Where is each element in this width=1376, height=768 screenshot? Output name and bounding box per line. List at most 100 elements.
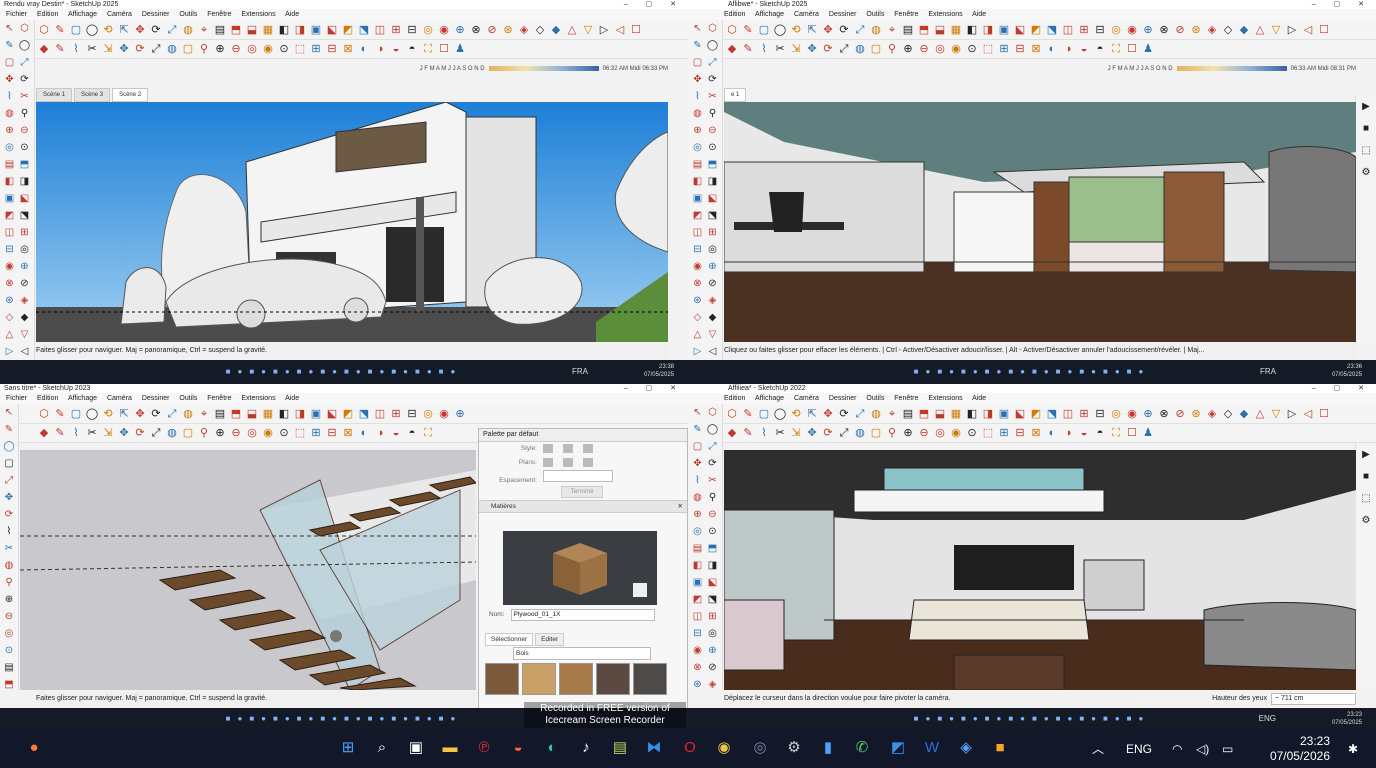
terminal-icon[interactable]: ▮ bbox=[818, 738, 838, 758]
menu-affichage[interactable]: Affichage bbox=[755, 11, 784, 18]
notification-icon[interactable]: ✱ bbox=[1348, 730, 1358, 768]
whatsapp-icon[interactable]: ✆ bbox=[852, 738, 872, 758]
menu-dessiner[interactable]: Dessiner bbox=[142, 11, 170, 18]
library-dropdown[interactable]: Bois bbox=[513, 647, 651, 660]
language-indicator[interactable]: FRA bbox=[572, 360, 588, 384]
notepad-icon[interactable]: ▤ bbox=[610, 738, 630, 758]
taskbar-icons[interactable]: ■●■●■●■●■●■●■●■●■●■● bbox=[914, 367, 1151, 376]
material-library-select[interactable]: Bois bbox=[485, 647, 673, 660]
menu-dessiner[interactable]: Dessiner bbox=[829, 395, 857, 402]
gear-icon[interactable]: ⚙ bbox=[784, 738, 804, 758]
menu-fenetre[interactable]: Fenêtre bbox=[894, 11, 918, 18]
scene-tab-3[interactable]: Scène 3 bbox=[74, 88, 111, 102]
3d-viewport-interior[interactable] bbox=[724, 102, 1356, 342]
plan-option-icon[interactable] bbox=[543, 457, 553, 467]
right-tray[interactable]: ▶ ■ ⬚ ⚙ bbox=[1355, 444, 1376, 690]
avatar[interactable]: ● bbox=[24, 738, 44, 758]
3d-viewport-stairs[interactable] bbox=[20, 450, 476, 690]
large-tool-set[interactable]: ↖ ⬡✎ ◯▢ ⤢✥ ⟳⌇ ✂◍ ⚲⊕ ⊖◎ ⊙▤ ⬒◧ ◨▣ ⬕◩ ⬔◫ ⊞⊟ ◎◉ ⊕⊗ ⊘⊛ ◈◇ ◆△ ▽▷ ◁ bbox=[688, 20, 723, 360]
sketchup-icon[interactable]: ◈ bbox=[956, 738, 976, 758]
tab-edit[interactable]: Editer bbox=[535, 633, 565, 646]
swatch-wood-1[interactable] bbox=[485, 663, 519, 695]
menu-outils[interactable]: Outils bbox=[866, 395, 884, 402]
language-indicator[interactable]: ENG bbox=[1259, 708, 1276, 730]
tiktok-icon[interactable]: ♪ bbox=[576, 738, 596, 758]
menu-camera[interactable]: Caméra bbox=[107, 395, 132, 402]
menu-outils[interactable]: Outils bbox=[179, 11, 197, 18]
right-tray[interactable]: ▶ ■ ⬚ ⚙ bbox=[1355, 96, 1376, 344]
tab-select[interactable]: Sélectionner bbox=[485, 633, 534, 646]
large-tool-set[interactable]: ↖ ⬡✎ ◯▢ ⤢✥ ⟳⌇ ✂◍ ⚲⊕ ⊖◎ ⊙▤ ⬒◧ ◨▣ ⬕◩ ⬔◫ ⊞⊟ ◎◉ ⊕⊗ ⊘⊛ ◈◇ ◆△ ▽▷ ◁ bbox=[0, 20, 35, 360]
menu-edition[interactable]: Edition bbox=[37, 395, 58, 402]
task-view-icon[interactable]: ▣ bbox=[406, 738, 426, 758]
volume-icon[interactable]: ◁) bbox=[1196, 730, 1209, 768]
close-icon[interactable]: ✕ bbox=[678, 501, 683, 512]
window-controls[interactable]: – ▢ ✕ bbox=[624, 384, 684, 393]
plan-option-icon[interactable] bbox=[583, 457, 593, 467]
menu-outils[interactable]: Outils bbox=[179, 395, 197, 402]
toolbar-row-1[interactable]: ⬡ ✎ ▢ ◯ ⟲ ⇱ ✥ ⟳ ⤢ ◍ ⌖ ▤ ⬒ ⬓ ▦ ◧ ◨ ▣ ⬕ ◩ ⬔ ◫ ⊞ ⊟ ◎ ◉ ⊕ bbox=[0, 405, 688, 424]
menu-camera[interactable]: Caméra bbox=[107, 11, 132, 18]
system-clock[interactable]: 23:23 07/05/2026 bbox=[1270, 730, 1330, 764]
window-controls[interactable]: – ▢ ✕ bbox=[1312, 0, 1372, 9]
plan-option-icon[interactable] bbox=[563, 457, 573, 467]
menu-edition[interactable]: Edition bbox=[724, 395, 745, 402]
toolbar-row-2[interactable]: ◆ ✎ ⌇ ✂ ⇲ ✥ ⟳ ⤢ ◍ ▢ ⚲ ⊕ ⊖ ◎ ◉ ⊙ ⬚ ⊞ ⊟ ⊠ ◐ ◑ ◒ ◓ ⛶ ☐ ♟ bbox=[688, 424, 1376, 443]
app-yellow-icon[interactable]: ■ bbox=[990, 738, 1010, 758]
style-option-icon[interactable] bbox=[563, 443, 573, 453]
style-option-icon[interactable] bbox=[543, 443, 553, 453]
photoshop-icon[interactable]: ◩ bbox=[888, 738, 908, 758]
menu-dessiner[interactable]: Dessiner bbox=[829, 11, 857, 18]
menu-fenetre[interactable]: Fenêtre bbox=[207, 11, 231, 18]
swatch-wood-5[interactable] bbox=[633, 663, 667, 695]
toolbar-row-1[interactable]: ⬡ ✎ ▢ ◯ ⟲ ⇱ ✥ ⟳ ⤢ ◍ ⌖ ▤ ⬒ ⬓ ▦ ◧ ◨ ▣ ⬕ ◩ ⬔ ◫ ⊞ ⊟ ◎ ◉ ⊕ ⊗ ⊘ ⊛ ◈ ◇ ◆ △ ▽ ▷ ◁ ☐ bbox=[0, 21, 688, 40]
menu-camera[interactable]: Caméra bbox=[794, 395, 819, 402]
shadow-settings[interactable]: J F M A M J J A S O N D 06:33 AM Midi 08:… bbox=[1108, 66, 1356, 80]
file-explorer-icon[interactable]: ▬ bbox=[440, 738, 460, 758]
menu-edition[interactable]: Edition bbox=[724, 11, 745, 18]
menu-extensions[interactable]: Extensions bbox=[241, 11, 275, 18]
materials-section-header[interactable]: Matières ✕ bbox=[479, 500, 687, 513]
menu-fenetre[interactable]: Fenêtre bbox=[207, 395, 231, 402]
window-controls[interactable]: – ▢ ✕ bbox=[1312, 384, 1372, 393]
window-controls[interactable]: – ▢ ✕ bbox=[624, 0, 684, 9]
menu-extensions[interactable]: Extensions bbox=[928, 395, 962, 402]
large-tool-set[interactable]: ↖ ⬡✎ ◯▢ ⤢✥ ⟳⌇ ✂◍ ⚲⊕ ⊖◎ ⊙▤ ⬒◧ ◨▣ ⬕◩ ⬔◫ ⊞⊟ ◎◉ ⊕⊗ ⊘⊛ ◈ bbox=[688, 404, 723, 690]
scene-tab-1[interactable]: e 1 bbox=[724, 88, 747, 102]
pinterest-icon[interactable]: ℗ bbox=[474, 738, 494, 758]
menu-extensions[interactable]: Extensions bbox=[928, 11, 962, 18]
menu-affichage[interactable]: Affichage bbox=[755, 395, 784, 402]
style-option-icon[interactable] bbox=[583, 443, 593, 453]
menu-camera[interactable]: Caméra bbox=[794, 11, 819, 18]
vscode-icon[interactable]: ⧓ bbox=[644, 738, 664, 758]
menu-fichier[interactable]: Fichier bbox=[6, 11, 27, 18]
start-icon[interactable]: ⊞ bbox=[338, 738, 358, 758]
scene-tab-1[interactable]: Scène 1 bbox=[36, 88, 73, 102]
large-tool-set[interactable]: ↖✎◯▢⤢✥⟳⌇✂◍⚲⊕⊖◎⊙▤⬒◧ bbox=[0, 404, 19, 690]
menu-fenetre[interactable]: Fenêtre bbox=[894, 395, 918, 402]
menu-edition[interactable]: Edition bbox=[37, 11, 58, 18]
toolbar-row-2[interactable]: ◆ ✎ ⌇ ✂ ⇲ ✥ ⟳ ⤢ ◍ ▢ ⚲ ⊕ ⊖ ◎ ◉ ⊙ ⬚ ⊞ ⊟ ⊠ ◐ ◑ ◒ ◓ ⛶ ☐ ♟ bbox=[0, 40, 688, 59]
app-orange-icon[interactable]: ◒ bbox=[508, 738, 528, 758]
done-button[interactable]: Terminé bbox=[561, 486, 603, 498]
swatch-wood-3[interactable] bbox=[559, 663, 593, 695]
chrome-icon[interactable]: ◉ bbox=[714, 738, 734, 758]
menu-dessiner[interactable]: Dessiner bbox=[142, 395, 170, 402]
battery-icon[interactable]: ▭ bbox=[1222, 730, 1233, 768]
scene-tab-2[interactable]: Scène 2 bbox=[112, 88, 149, 102]
swatch-wood-4[interactable] bbox=[596, 663, 630, 695]
language-indicator[interactable]: ENG bbox=[1126, 730, 1152, 768]
3d-viewport-exterior[interactable] bbox=[36, 102, 668, 342]
search-icon[interactable]: ⌕ bbox=[372, 738, 392, 758]
time-slider[interactable] bbox=[1176, 66, 1287, 71]
3d-viewport-lounge[interactable] bbox=[724, 450, 1356, 690]
menu-aide[interactable]: Aide bbox=[972, 395, 986, 402]
menu-affichage[interactable]: Affichage bbox=[68, 395, 97, 402]
menu-aide[interactable]: Aide bbox=[285, 395, 299, 402]
chevron-up-icon[interactable]: ︿ bbox=[1092, 730, 1104, 768]
spacing-input[interactable] bbox=[543, 470, 613, 482]
menu-aide[interactable]: Aide bbox=[972, 11, 986, 18]
settings-icon[interactable]: ◎ bbox=[750, 738, 770, 758]
toolbar-row-2[interactable]: ◆ ✎ ⌇ ✂ ⇲ ✥ ⟳ ⤢ ◍ ▢ ⚲ ⊕ ⊖ ◎ ◉ ⊙ ⬚ ⊞ ⊟ ⊠ ◐ ◑ ◒ ◓ ⛶ ☐ ♟ bbox=[688, 40, 1376, 59]
menu-extensions[interactable]: Extensions bbox=[241, 395, 275, 402]
